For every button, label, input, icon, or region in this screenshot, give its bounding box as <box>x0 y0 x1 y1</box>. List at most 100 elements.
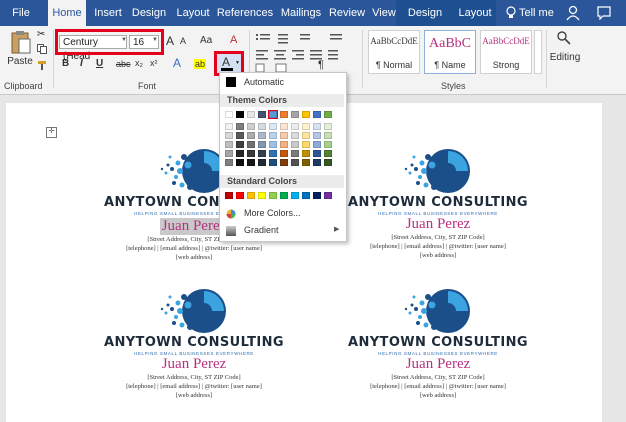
tab-layout-table[interactable]: Layout <box>454 0 496 26</box>
tab-file[interactable]: File <box>0 0 42 26</box>
bold-button[interactable]: B <box>62 58 69 69</box>
business-card[interactable]: ANYTOWN CONSULTING HELPING SMALL BUSINESS… <box>84 287 304 400</box>
standard-color-swatch[interactable] <box>258 192 266 199</box>
clear-formatting-button[interactable]: A <box>230 34 237 46</box>
theme-color-swatch[interactable] <box>324 111 332 118</box>
theme-color-swatch[interactable] <box>324 123 332 130</box>
theme-color-swatch[interactable] <box>291 150 299 157</box>
theme-color-swatch[interactable] <box>258 132 266 139</box>
theme-color-swatch[interactable] <box>324 132 332 139</box>
theme-color-swatch[interactable] <box>291 159 299 166</box>
theme-color-swatch[interactable] <box>291 111 299 118</box>
theme-color-swatch[interactable] <box>269 132 277 139</box>
theme-color-swatch[interactable] <box>269 141 277 148</box>
style-name[interactable]: AaBbC ¶ Name <box>424 30 476 74</box>
more-colors-option[interactable]: More Colors... <box>244 208 301 218</box>
gradient-option[interactable]: Gradient <box>244 225 279 235</box>
strikethrough-button[interactable]: abc <box>116 59 131 69</box>
theme-color-swatch[interactable] <box>269 150 277 157</box>
theme-color-swatch[interactable] <box>280 123 288 130</box>
theme-color-swatch[interactable] <box>280 132 288 139</box>
theme-color-swatch[interactable] <box>291 132 299 139</box>
text-effects-button[interactable]: A <box>173 56 181 70</box>
theme-color-swatch[interactable] <box>313 123 321 130</box>
business-card[interactable]: ANYTOWN CONSULTING HELPING SMALL BUSINESS… <box>328 147 548 260</box>
theme-color-swatch[interactable] <box>258 111 266 118</box>
subscript-button[interactable]: x₂ <box>135 58 143 68</box>
theme-color-swatch[interactable] <box>302 150 310 157</box>
theme-color-swatch[interactable] <box>313 150 321 157</box>
automatic-color-option[interactable]: Automatic <box>244 77 284 87</box>
show-marks-button[interactable]: ¶ <box>318 59 324 71</box>
theme-color-swatch[interactable] <box>269 123 277 130</box>
shrink-font-button[interactable]: A <box>180 36 186 46</box>
tab-insert[interactable]: Insert <box>90 0 126 26</box>
table-move-handle[interactable]: ✛ <box>46 127 57 138</box>
theme-color-swatch[interactable] <box>280 150 288 157</box>
tell-me-box[interactable]: Tell me <box>519 0 554 26</box>
automatic-color-swatch[interactable] <box>226 77 236 87</box>
tab-layout[interactable]: Layout <box>172 0 214 26</box>
style-normal[interactable]: AaBbCcDdE ¶ Normal <box>368 30 420 74</box>
copy-icon[interactable] <box>37 44 47 54</box>
theme-color-swatch[interactable] <box>236 159 244 166</box>
theme-color-swatch[interactable] <box>280 159 288 166</box>
tab-mailings[interactable]: Mailings <box>278 0 324 26</box>
theme-color-swatch[interactable] <box>225 159 233 166</box>
theme-color-swatch[interactable] <box>324 159 332 166</box>
theme-color-swatch[interactable] <box>302 111 310 118</box>
theme-color-swatch[interactable] <box>225 150 233 157</box>
standard-color-swatch[interactable] <box>269 192 277 199</box>
theme-color-swatch[interactable] <box>324 141 332 148</box>
tab-review[interactable]: Review <box>328 0 366 26</box>
comment-icon[interactable] <box>597 6 611 21</box>
tab-home[interactable]: Home <box>48 0 86 26</box>
editing-button[interactable]: Editing <box>548 52 582 63</box>
theme-color-swatch[interactable] <box>258 123 266 130</box>
theme-color-swatch[interactable] <box>324 150 332 157</box>
grow-font-button[interactable]: A <box>166 34 174 48</box>
theme-color-swatch[interactable] <box>236 141 244 148</box>
style-strong[interactable]: AaBbCcDdE Strong <box>480 30 532 74</box>
standard-color-swatch[interactable] <box>291 192 299 199</box>
theme-color-swatch[interactable] <box>302 132 310 139</box>
theme-color-swatch[interactable] <box>225 132 233 139</box>
business-card[interactable]: ANYTOWN CONSULTING HELPING SMALL BUSINESS… <box>328 287 548 400</box>
change-case-button[interactable]: Aa <box>200 35 212 46</box>
theme-color-swatch[interactable] <box>247 159 255 166</box>
tab-design-table[interactable]: Design <box>404 0 446 26</box>
theme-color-swatch[interactable] <box>247 111 255 118</box>
theme-color-swatch[interactable] <box>236 132 244 139</box>
theme-color-swatch[interactable] <box>247 132 255 139</box>
theme-color-swatch[interactable] <box>302 141 310 148</box>
theme-color-swatch[interactable] <box>247 123 255 130</box>
tab-references[interactable]: References <box>216 0 274 26</box>
theme-color-swatch[interactable] <box>302 123 310 130</box>
tab-design[interactable]: Design <box>130 0 168 26</box>
superscript-button[interactable]: x² <box>150 58 158 68</box>
theme-color-swatch[interactable] <box>280 111 288 118</box>
cut-icon[interactable]: ✂ <box>37 29 45 40</box>
paste-button[interactable]: Paste <box>6 56 34 67</box>
theme-color-swatch[interactable] <box>291 141 299 148</box>
share-user-icon[interactable] <box>566 5 580 21</box>
theme-color-swatch[interactable] <box>258 150 266 157</box>
standard-color-swatch[interactable] <box>247 192 255 199</box>
theme-color-swatch[interactable] <box>258 141 266 148</box>
theme-color-swatch[interactable] <box>313 132 321 139</box>
italic-button[interactable]: I <box>80 58 83 69</box>
theme-color-swatch[interactable] <box>280 141 288 148</box>
paste-icon[interactable] <box>10 30 32 56</box>
highlight-button[interactable]: ab <box>194 59 207 69</box>
theme-color-swatch[interactable] <box>247 141 255 148</box>
theme-color-swatch[interactable] <box>269 159 277 166</box>
theme-color-swatch[interactable] <box>313 111 321 118</box>
standard-color-swatch[interactable] <box>324 192 332 199</box>
standard-color-swatch[interactable] <box>236 192 244 199</box>
theme-color-swatch[interactable] <box>236 123 244 130</box>
format-painter-icon[interactable] <box>37 60 47 70</box>
standard-color-swatch[interactable] <box>225 192 233 199</box>
underline-button[interactable]: U <box>96 58 103 69</box>
theme-color-swatch[interactable] <box>313 159 321 166</box>
theme-color-swatch[interactable] <box>225 141 233 148</box>
